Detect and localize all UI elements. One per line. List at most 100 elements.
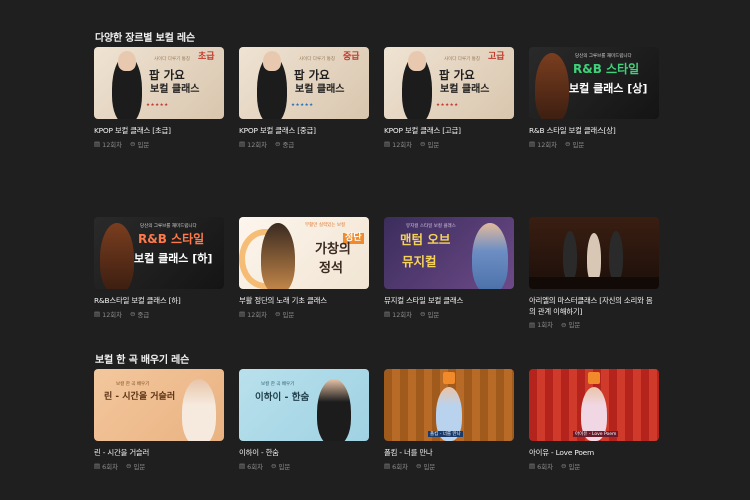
logo-icon (443, 372, 455, 384)
course-title[interactable]: 부활 정단의 노래 기초 클래스 (239, 296, 369, 307)
instructor-photo (261, 223, 295, 289)
circle-icon: ⊖ (130, 140, 136, 148)
course-thumbnail[interactable]: 보컬 한 곡 배우기 린 - 시간을 거슬러 (94, 369, 224, 441)
course-thumbnail[interactable]: 부활만 실력있는 보컬 정단 가창의 정석 (239, 217, 369, 289)
course-thumbnail[interactable]: 보컬 한 곡 배우기 이하이 - 한숨 (239, 369, 369, 441)
course-card[interactable]: 당신의 그루브를 재미드립니다 R&B 스타일 보컬 클래스 [상] R&B 스… (529, 47, 659, 149)
course-title[interactable]: KPOP 보컬 클래스 [고급] (384, 126, 514, 137)
course-level: 입문 (427, 140, 440, 149)
thumb-title-2: 보컬 클래스 (440, 84, 490, 95)
musician-figure (563, 231, 577, 281)
course-title[interactable]: 뮤지컬 스타일 보컬 클래스 (384, 296, 514, 307)
thumb-title-1: 팝 가요 (149, 68, 185, 82)
instructor-photo (100, 223, 134, 289)
course-title[interactable]: 폴킴 - 너를 만나 (384, 448, 514, 459)
course-title[interactable]: R&B 스타일 보컬 클래스[상] (529, 126, 659, 137)
session-count: 12회차 (102, 140, 123, 149)
circle-icon: ⊖ (130, 310, 136, 318)
thumb-title-2: 보컬 클래스 (150, 84, 200, 95)
instructor-face (408, 51, 426, 71)
thumb-title-1: 가창의 (315, 242, 351, 257)
thumb-title-1: 린 - 시간을 거슬러 (104, 392, 176, 402)
course-card[interactable]: 사이다 다루기 통칭 고급 팝 가요 보컬 클래스 ★★★★★ KPOP 보컬 … (384, 47, 514, 149)
instructor-face (263, 51, 281, 71)
instructor-photo (535, 53, 569, 119)
course-thumbnail[interactable]: 사이다 다루기 통칭 중급 팝 가요 보컬 클래스 ★★★★★ (239, 47, 369, 119)
stage-floor (529, 277, 659, 289)
instructor-photo (472, 223, 508, 289)
thumb-title-2: 보컬 클래스 [하] (134, 252, 213, 265)
singer-figure (587, 233, 601, 283)
course-card[interactable]: 보컬 한 곡 배우기 이하이 - 한숨 이하이 - 한숨 ▤ 6회차 ⊖ 입문 (239, 369, 369, 471)
document-icon: ▤ (94, 310, 101, 318)
circle-icon: ⊖ (420, 310, 426, 318)
course-meta: ▤ 6회차 ⊖ 입문 (94, 462, 224, 471)
course-thumbnail[interactable]: 뮤지컬 스타일 보컬 클래스 맨텀 오브 뮤지컬 (384, 217, 514, 289)
thumb-title-2: 뮤지컬 (402, 254, 437, 269)
instructor-face (118, 51, 136, 71)
course-meta: ▤ 6회차 ⊖ 입문 (529, 462, 659, 471)
course-card[interactable]: 폴킴 - 너를 만나 폴킴 - 너를 만나 ▤ 6회차 ⊖ 입문 (384, 369, 514, 471)
course-thumbnail[interactable] (529, 217, 659, 289)
course-card[interactable]: 아리엘의 마스터클래스 [자신의 소리와 몸의 관계 이해하기] ▤ 1회차 ⊖ 입… (529, 217, 659, 329)
course-level: 입문 (423, 462, 436, 471)
session-count: 12회차 (392, 140, 413, 149)
course-card[interactable]: 사이다 다루기 통칭 초급 팝 가요 보컬 클래스 ★★★★★ KPOP 보컬 … (94, 47, 224, 149)
circle-icon: ⊖ (565, 140, 571, 148)
thumb-note: 폴킴 - 너를 만나 (428, 431, 463, 437)
course-title[interactable]: 아이유 - Love Poem (529, 448, 659, 459)
course-card[interactable]: 뮤지컬 스타일 보컬 클래스 맨텀 오브 뮤지컬 뮤지컬 스타일 보컬 클래스 … (384, 217, 514, 319)
session-count: 12회차 (537, 140, 558, 149)
course-level: 입문 (568, 321, 581, 329)
session-count: 6회차 (102, 462, 118, 471)
course-thumbnail[interactable]: 사이다 다루기 통칭 고급 팝 가요 보컬 클래스 ★★★★★ (384, 47, 514, 119)
course-title[interactable]: R&B스타일 보컬 클래스 [하] (94, 296, 224, 307)
course-card[interactable]: 아이유 - Love Poem 아이유 - Love Poem ▤ 6회차 ⊖ 입문 (529, 369, 659, 471)
document-icon: ▤ (384, 310, 391, 318)
course-thumbnail[interactable]: 사이다 다루기 통칭 초급 팝 가요 보컬 클래스 ★★★★★ (94, 47, 224, 119)
course-meta: ▤ 6회차 ⊖ 입문 (239, 462, 369, 471)
course-meta: ▤ 12회차 ⊖ 입문 (239, 310, 369, 319)
thumb-note: 사이다 다루기 통칭 (444, 57, 480, 62)
course-meta: ▤ 12회차 ⊖ 중급 (239, 140, 369, 149)
course-level: 입문 (137, 140, 150, 149)
course-thumbnail[interactable]: 아이유 - Love Poem (529, 369, 659, 441)
thumb-note: 당신의 그루브를 재미드립니다 (140, 224, 197, 229)
course-title[interactable]: 아리엘의 마스터클래스 [자신의 소리와 몸의 관계 이해하기] (529, 296, 659, 317)
circle-icon: ⊖ (560, 462, 567, 470)
course-title[interactable]: 린 - 시간을 거슬러 (94, 448, 224, 459)
course-meta: ▤ 12회차 ⊖ 입문 (384, 140, 514, 149)
section-title-one-song: 보컬 한 곡 배우기 레슨 (95, 355, 190, 366)
course-meta: ▤ 12회차 ⊖ 입문 (384, 310, 514, 319)
thumb-tag: 고급 (488, 52, 505, 62)
course-meta: ▤ 12회차 ⊖ 중급 (94, 310, 224, 319)
circle-icon: ⊖ (415, 462, 422, 470)
thumb-note: 뮤지컬 스타일 보컬 클래스 (406, 224, 456, 229)
session-count: 6회차 (247, 462, 263, 471)
course-title[interactable]: KPOP 보컬 클래스 [중급] (239, 126, 369, 137)
circle-icon: ⊖ (560, 320, 567, 329)
course-title[interactable]: KPOP 보컬 클래스 [초급] (94, 126, 224, 137)
document-icon: ▤ (384, 140, 391, 148)
course-level: 입문 (278, 462, 291, 471)
course-thumbnail[interactable]: 당신의 그루브를 재미드립니다 R&B 스타일 보컬 클래스 [상] (529, 47, 659, 119)
document-icon: ▤ (384, 462, 391, 470)
session-count: 6회차 (392, 462, 408, 471)
course-thumbnail[interactable]: 폴킴 - 너를 만나 (384, 369, 514, 441)
course-thumbnail[interactable]: 당신의 그루브를 재미드립니다 R&B 스타일 보컬 클래스 [하] (94, 217, 224, 289)
course-card[interactable]: 당신의 그루브를 재미드립니다 R&B 스타일 보컬 클래스 [하] R&B스타… (94, 217, 224, 319)
course-meta: ▤ 12회차 ⊖ 입문 (529, 140, 659, 149)
document-icon: ▤ (239, 310, 246, 318)
session-count: 1회차 (537, 321, 553, 329)
course-card[interactable]: 보컬 한 곡 배우기 린 - 시간을 거슬러 린 - 시간을 거슬러 ▤ 6회차 … (94, 369, 224, 471)
course-card[interactable]: 사이다 다루기 통칭 중급 팝 가요 보컬 클래스 ★★★★★ KPOP 보컬 … (239, 47, 369, 149)
rating-stars: ★★★★★ (146, 103, 169, 108)
course-level: 중급 (282, 140, 295, 149)
instructor-photo (317, 379, 351, 441)
thumb-title-2: 보컬 클래스 (295, 84, 345, 95)
session-count: 12회차 (247, 140, 268, 149)
rating-stars: ★★★★★ (291, 103, 314, 108)
course-title[interactable]: 이하이 - 한숨 (239, 448, 369, 459)
course-card[interactable]: 부활만 실력있는 보컬 정단 가창의 정석 부활 정단의 노래 기초 클래스 ▤… (239, 217, 369, 319)
course-meta: ▤ 1회차 ⊖ 입문 (529, 320, 659, 330)
